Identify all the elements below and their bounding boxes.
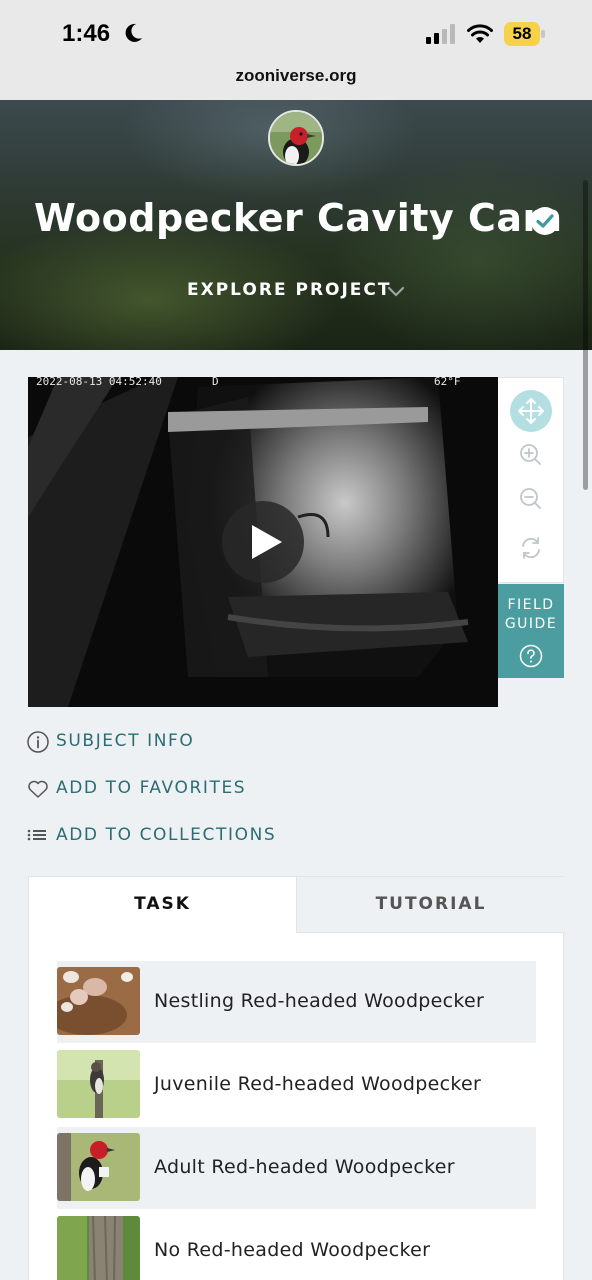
choice-label: Nestling Red-headed Woodpecker bbox=[154, 990, 485, 1012]
verified-badge-icon bbox=[531, 207, 559, 235]
tab-tutorial[interactable]: TUTORIAL bbox=[296, 877, 565, 933]
play-icon bbox=[252, 525, 282, 559]
project-hero: Woodpecker Cavity Cam EXPLORE PROJECT bbox=[0, 100, 592, 350]
zoom-out-icon bbox=[520, 488, 541, 509]
choice-adult[interactable]: Adult Red-headed Woodpecker bbox=[57, 1127, 536, 1209]
move-icon bbox=[510, 390, 552, 432]
wifi-icon bbox=[467, 24, 493, 43]
url-text[interactable]: zooniverse.org bbox=[0, 66, 592, 86]
status-bar: 1:46 58 bbox=[0, 0, 592, 60]
tab-task[interactable]: TASK bbox=[29, 877, 296, 933]
list-icon bbox=[27, 829, 46, 841]
juvenile-thumbnail bbox=[57, 1050, 140, 1118]
no-woodpecker-thumbnail bbox=[57, 1216, 140, 1280]
tab-tutorial-label: TUTORIAL bbox=[375, 894, 487, 914]
choice-juvenile[interactable]: Juvenile Red-headed Woodpecker bbox=[57, 1044, 536, 1126]
subject-info-label: SUBJECT INFO bbox=[56, 731, 195, 751]
field-guide-label-1: FIELD bbox=[507, 597, 555, 613]
add-to-collections-label: ADD TO COLLECTIONS bbox=[56, 825, 277, 845]
rotate-icon bbox=[522, 537, 540, 559]
adult-thumbnail bbox=[57, 1133, 140, 1201]
video-timestamp: 2022-08-13 04:52:40 bbox=[36, 377, 162, 388]
explore-project-button[interactable]: EXPLORE PROJECT bbox=[187, 280, 392, 300]
field-guide-button[interactable]: FIELD GUIDE bbox=[498, 584, 564, 678]
rotate-button[interactable] bbox=[509, 526, 553, 570]
move-tool-button[interactable] bbox=[509, 389, 553, 433]
add-to-favorites-button[interactable]: ADD TO FAVORITES bbox=[26, 775, 326, 801]
browser-url-bar[interactable]: zooniverse.org bbox=[0, 60, 592, 100]
zoom-out-button[interactable] bbox=[509, 477, 553, 521]
cellular-signal-icon bbox=[426, 24, 455, 44]
page-scrollbar[interactable] bbox=[583, 180, 588, 490]
field-guide-label-2: GUIDE bbox=[504, 616, 558, 632]
nestling-thumbnail bbox=[57, 967, 140, 1035]
choice-label: Juvenile Red-headed Woodpecker bbox=[154, 1073, 482, 1095]
choice-nestling[interactable]: Nestling Red-headed Woodpecker bbox=[57, 961, 536, 1043]
moon-icon bbox=[125, 23, 142, 42]
image-tools bbox=[498, 377, 564, 583]
zoom-in-button[interactable] bbox=[509, 433, 553, 477]
choice-label: No Red-headed Woodpecker bbox=[154, 1239, 431, 1261]
choice-label: Adult Red-headed Woodpecker bbox=[154, 1156, 455, 1178]
add-to-collections-button[interactable]: ADD TO COLLECTIONS bbox=[26, 822, 326, 848]
heart-icon bbox=[28, 780, 48, 798]
project-title: Woodpecker Cavity Cam bbox=[34, 196, 563, 240]
project-avatar[interactable] bbox=[268, 110, 324, 166]
task-panel: TASK TUTORIAL Nestling Red-headed Woodpe… bbox=[28, 876, 565, 1280]
battery-icon: 58 bbox=[504, 22, 546, 46]
battery-level: 58 bbox=[512, 24, 532, 43]
status-time: 1:46 bbox=[62, 20, 111, 47]
zoom-in-icon bbox=[520, 444, 541, 465]
subject-info-button[interactable]: SUBJECT INFO bbox=[26, 728, 326, 754]
camera-code: D bbox=[212, 377, 219, 388]
tab-task-label: TASK bbox=[134, 894, 191, 914]
play-button[interactable] bbox=[222, 501, 304, 583]
choice-none[interactable]: No Red-headed Woodpecker bbox=[57, 1210, 536, 1280]
chevron-down-icon[interactable] bbox=[386, 283, 406, 299]
add-to-favorites-label: ADD TO FAVORITES bbox=[56, 778, 247, 798]
subject-video[interactable]: 2022-08-13 04:52:40 D 62°F bbox=[28, 377, 498, 707]
info-icon bbox=[27, 731, 49, 753]
help-question-icon bbox=[519, 644, 543, 668]
temperature-readout: 62°F bbox=[434, 377, 461, 388]
